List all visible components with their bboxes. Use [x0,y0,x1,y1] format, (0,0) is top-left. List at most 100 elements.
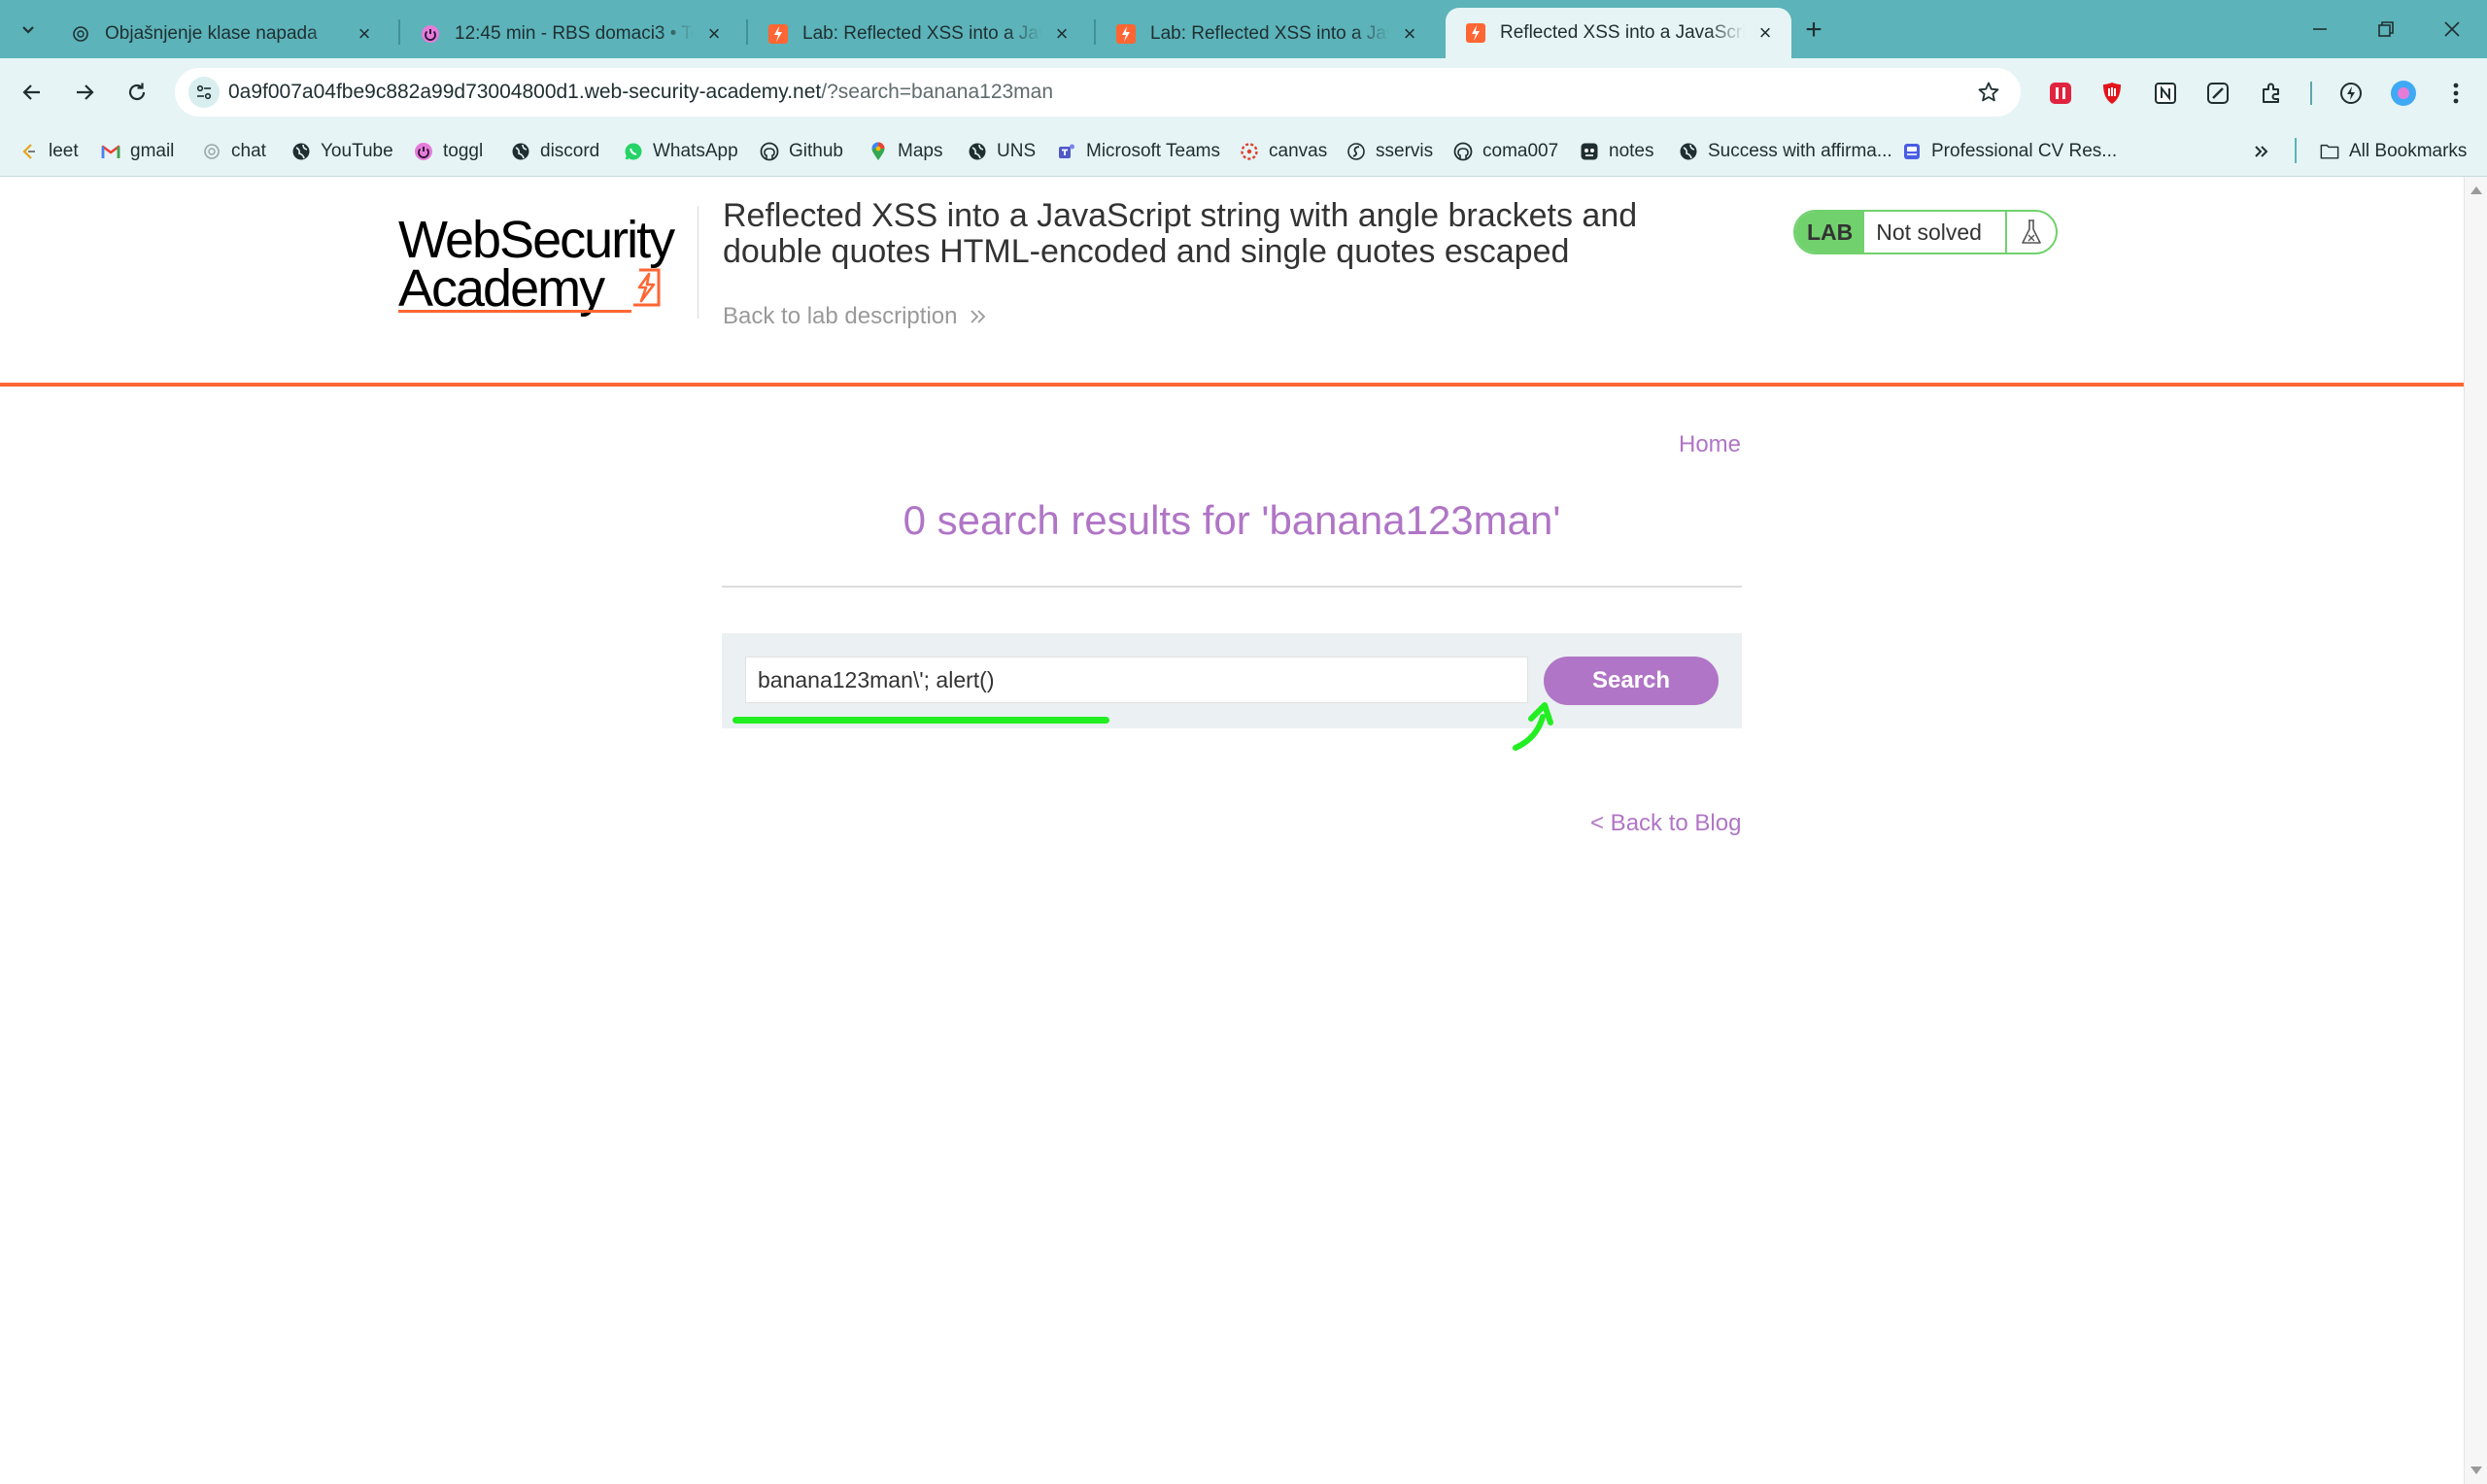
tab-title: Reflected XSS into a JavaScript string [1500,22,1745,43]
browser-menu-button[interactable] [2440,78,2471,109]
globe-icon [291,142,311,161]
profile-avatar[interactable] [2388,78,2419,109]
bookmark-leet[interactable]: leet [19,138,79,165]
address-bar[interactable]: 0a9f007a04fbe9c882a99d73004800d1.web-sec… [175,68,2021,117]
logo-line-1: WebSecurity [398,211,675,269]
all-bookmarks-button[interactable]: All Bookmarks [2320,138,2467,165]
notion-icon [1580,142,1599,161]
back-to-lab-description-link[interactable]: Back to lab description [723,303,988,330]
bookmark-label: gmail [130,141,175,161]
bookmark-label: coma007 [1482,141,1559,161]
annotation-arrow-icon [1513,702,1553,751]
extension-red-pocket-icon[interactable] [2045,78,2076,109]
tab-1[interactable]: Objašnjenje klase napada × [51,9,391,58]
tab-title: Lab: Reflected XSS into a JavaScript [802,22,1041,44]
bookmark-youtube[interactable]: YouTube [291,138,393,165]
minimize-icon [2313,28,2327,30]
bookmark-github[interactable]: Github [760,138,843,165]
restore-button[interactable] [2351,8,2421,51]
close-icon[interactable]: × [1049,21,1074,47]
bookmark-label: Maps [898,141,943,161]
bookmark-toggl[interactable]: toggl [414,138,483,165]
tab-title: Lab: Reflected XSS into a JavaScript [1150,22,1389,44]
close-icon[interactable]: × [701,21,727,47]
search-input[interactable] [745,657,1528,703]
tab-3[interactable]: Lab: Reflected XSS into a JavaScript × [748,9,1088,58]
bookmarks-bar: leet gmail chat YouTube toggl discord Wh… [0,126,2487,177]
double-chevron-right-icon [971,310,986,323]
chevron-down-icon [22,26,34,34]
minimize-button[interactable] [2285,8,2355,51]
extension-ublock-icon[interactable] [2096,78,2128,109]
bookmark-notes[interactable]: notes [1580,138,1653,165]
toggl-icon [414,142,433,161]
bookmark-maps[interactable]: Maps [869,138,942,165]
back-to-lab-description-label: Back to lab description [723,303,958,329]
flask-icon [2007,212,2056,253]
academy-bolt-icon [633,268,661,307]
bookmark-star-icon[interactable] [1974,78,2003,107]
bookmark-discord[interactable]: discord [511,138,599,165]
extension-notion-icon[interactable] [2150,78,2181,109]
globe-icon [511,142,530,161]
openai-icon [202,142,221,161]
close-icon[interactable]: × [352,21,377,47]
bookmark-whatsapp[interactable]: WhatsApp [624,138,738,165]
close-window-button[interactable] [2417,8,2487,51]
bookmark-label: toggl [443,141,484,161]
bookmark-gmail[interactable]: gmail [101,138,174,165]
bookmark-chat[interactable]: chat [202,138,266,165]
reload-button[interactable] [117,72,157,113]
back-button[interactable] [12,72,52,113]
tab-title: Objašnjenje klase napada [105,22,318,44]
github-icon [1453,142,1473,161]
results-divider [722,586,1742,588]
web-page: WebSecurity Academy Reflected XSS into a… [0,177,2464,1484]
tab-4[interactable]: Lab: Reflected XSS into a JavaScript × [1096,9,1436,58]
bookmark-professional-cv[interactable]: Professional CV Res... [1902,138,2117,165]
scroll-down-arrow-icon[interactable] [2470,1467,2482,1474]
site-settings-icon[interactable] [188,77,220,108]
extension-edit-icon[interactable] [2202,78,2233,109]
close-icon [2444,21,2460,37]
globe-icon [1679,142,1698,161]
restore-icon [2378,21,2394,37]
tab-search-button[interactable] [10,12,47,47]
bookmark-microsoft-teams[interactable]: Microsoft Teams [1057,138,1220,165]
close-icon[interactable]: × [1753,20,1778,46]
bookmark-uns[interactable]: UNS [968,138,1036,165]
bookmark-sservis[interactable]: sservis [1346,138,1433,165]
tab-5-active[interactable]: Reflected XSS into a JavaScript string × [1446,8,1791,58]
annotation-underline [732,717,1109,724]
bookmark-label: UNS [997,141,1037,161]
bookmark-label: Microsoft Teams [1086,141,1220,161]
toolbar-separator [2310,82,2312,105]
home-link[interactable]: Home [1679,431,1741,458]
search-form: Search [722,633,1742,728]
bookmarks-overflow-button[interactable] [2252,138,2271,165]
bookmark-label: sservis [1376,141,1434,161]
lab-title: Reflected XSS into a JavaScript string w… [723,197,1638,270]
new-tab-button[interactable]: + [1797,14,1830,47]
maps-icon [869,142,888,161]
page-scrollbar[interactable] [2464,177,2487,1484]
bookmark-success-affirmations[interactable]: Success with affirma... [1679,138,1892,165]
search-results-heading: 0 search results for 'banana123man' [903,497,1561,543]
url-text: 0a9f007a04fbe9c882a99d73004800d1.web-sec… [228,81,1053,104]
back-to-blog-link[interactable]: < Back to Blog [1590,810,1741,837]
tab-2[interactable]: 12:45 min - RBS domaci3 • Toggl × [400,9,740,58]
browser-toolbar: 0a9f007a04fbe9c882a99d73004800d1.web-sec… [0,58,2487,126]
performance-icon[interactable] [2335,78,2367,109]
teams-icon [1057,142,1076,161]
web-security-academy-logo[interactable]: WebSecurity Academy [398,206,709,322]
bookmark-canvas[interactable]: canvas [1240,138,1327,165]
bookmark-label: Github [789,141,843,161]
extensions-puzzle-icon[interactable] [2256,78,2287,109]
scroll-up-arrow-icon[interactable] [2470,186,2482,194]
forward-button[interactable] [64,72,105,113]
close-icon[interactable]: × [1397,21,1422,47]
logo-underline [398,310,631,313]
toggl-icon [420,23,441,45]
bookmark-coma007[interactable]: coma007 [1453,138,1558,165]
bookmark-label: discord [540,141,600,161]
